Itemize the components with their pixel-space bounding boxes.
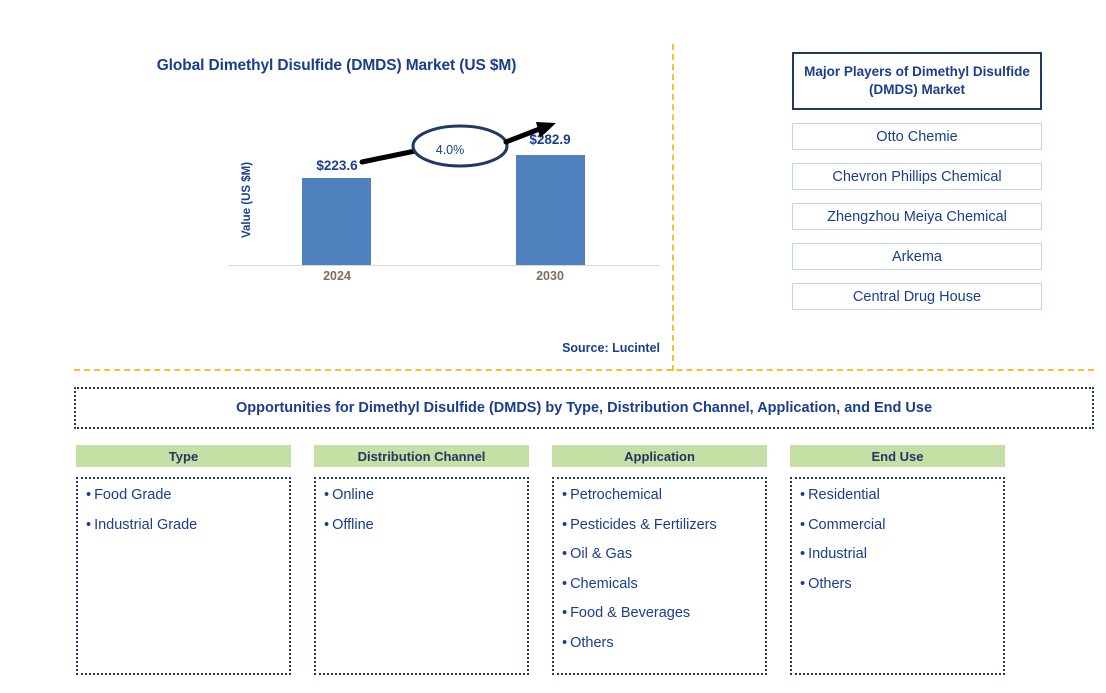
vertical-divider — [672, 44, 674, 371]
opportunity-column-application: Application • Petrochemical • Pesticides &… — [552, 445, 767, 675]
bullet-icon: • — [562, 605, 568, 621]
list-item-label: Food Grade — [94, 487, 172, 503]
bullet-icon: • — [562, 634, 568, 651]
player-item: Otto Chemie — [792, 123, 1042, 150]
column-header-application: Application — [552, 445, 767, 467]
bullet-icon: • — [800, 575, 806, 592]
list-item-label: Commercial — [808, 516, 886, 533]
bullet-icon: • — [800, 546, 806, 562]
bullet-icon: • — [86, 516, 92, 533]
opportunities-banner: Opportunities for Dimethyl Disulfide (DM… — [74, 387, 1094, 429]
bullet-icon: • — [800, 487, 806, 503]
list-item: • Others — [800, 575, 995, 592]
player-item: Chevron Phillips Chemical — [792, 163, 1042, 190]
list-item-label: Oil & Gas — [570, 546, 633, 562]
x-axis-tick-2030: 2030 — [536, 269, 564, 283]
list-item: • Food & Beverages — [562, 606, 757, 621]
chart-y-axis-label: Value (US $M) — [241, 161, 253, 239]
major-players-title: Major Players of Dimethyl Disulfide (DMD… — [792, 52, 1042, 110]
list-item-label: Online — [332, 487, 374, 503]
column-body-end-use: • Residential • Commercial • Industrial • Ot… — [790, 477, 1005, 675]
opportunity-columns: Type • Food Grade • Industrial Grade Distr… — [76, 445, 1094, 675]
bullet-icon: • — [324, 487, 330, 503]
chart-title: Global Dimethyl Disulfide (DMDS) Market … — [156, 57, 517, 74]
chart-x-axis-line — [228, 265, 660, 266]
list-item-label: Food & Beverages — [570, 605, 691, 621]
list-item-label: Residential — [808, 487, 880, 503]
market-chart-panel: Global Dimethyl Disulfide (DMDS) Market … — [0, 0, 673, 370]
list-item-label: Petrochemical — [570, 487, 662, 503]
list-item-label: Chemicals — [570, 575, 638, 592]
source-note: Source: Lucintel — [562, 341, 660, 355]
player-item: Zhengzhou Meiya Chemical — [792, 203, 1042, 230]
player-item: Central Drug House — [792, 283, 1042, 310]
list-item-label: Others — [808, 575, 852, 592]
column-body-type: • Food Grade • Industrial Grade — [76, 477, 291, 675]
bullet-icon: • — [562, 487, 568, 503]
bullet-icon: • — [800, 516, 806, 533]
bullet-icon: • — [562, 516, 568, 533]
list-item: • Pesticides & Fertilizers — [562, 516, 757, 533]
column-header-distribution-channel: Distribution Channel — [314, 445, 529, 467]
horizontal-divider — [74, 369, 1094, 371]
list-item: • Chemicals — [562, 575, 757, 592]
list-item: • Food Grade — [86, 488, 281, 503]
opportunity-column-type: Type • Food Grade • Industrial Grade — [76, 445, 291, 675]
cagr-value-label: 4.0% — [435, 143, 465, 157]
list-item-label: Others — [570, 634, 614, 651]
list-item: • Online — [324, 488, 519, 503]
list-item-label: Pesticides & Fertilizers — [570, 516, 717, 533]
column-body-distribution-channel: • Online • Offline — [314, 477, 529, 675]
list-item: • Industrial — [800, 547, 995, 562]
list-item: • Industrial Grade — [86, 516, 281, 533]
bar-2024 — [302, 178, 371, 265]
x-axis-tick-2024: 2024 — [323, 269, 351, 283]
player-item: Arkema — [792, 243, 1042, 270]
major-players-panel: Major Players of Dimethyl Disulfide (DMD… — [792, 52, 1042, 310]
list-item-label: Offline — [332, 516, 374, 533]
bullet-icon: • — [86, 487, 92, 503]
list-item: • Oil & Gas — [562, 547, 757, 562]
bullet-icon: • — [562, 546, 568, 562]
column-body-application: • Petrochemical • Pesticides & Fertilizers… — [552, 477, 767, 675]
column-header-type: Type — [76, 445, 291, 467]
column-header-end-use: End Use — [790, 445, 1005, 467]
list-item: • Offline — [324, 516, 519, 533]
list-item: • Others — [562, 634, 757, 651]
opportunity-column-end-use: End Use • Residential • Commercial • Indust… — [790, 445, 1005, 675]
list-item-label: Industrial Grade — [94, 516, 198, 533]
list-item: • Residential — [800, 488, 995, 503]
bullet-icon: • — [562, 575, 568, 592]
bullet-icon: • — [324, 516, 330, 533]
opportunity-column-distribution-channel: Distribution Channel • Online • Offline — [314, 445, 529, 675]
list-item-label: Industrial — [808, 546, 867, 562]
list-item: • Petrochemical — [562, 488, 757, 503]
list-item: • Commercial — [800, 516, 995, 533]
